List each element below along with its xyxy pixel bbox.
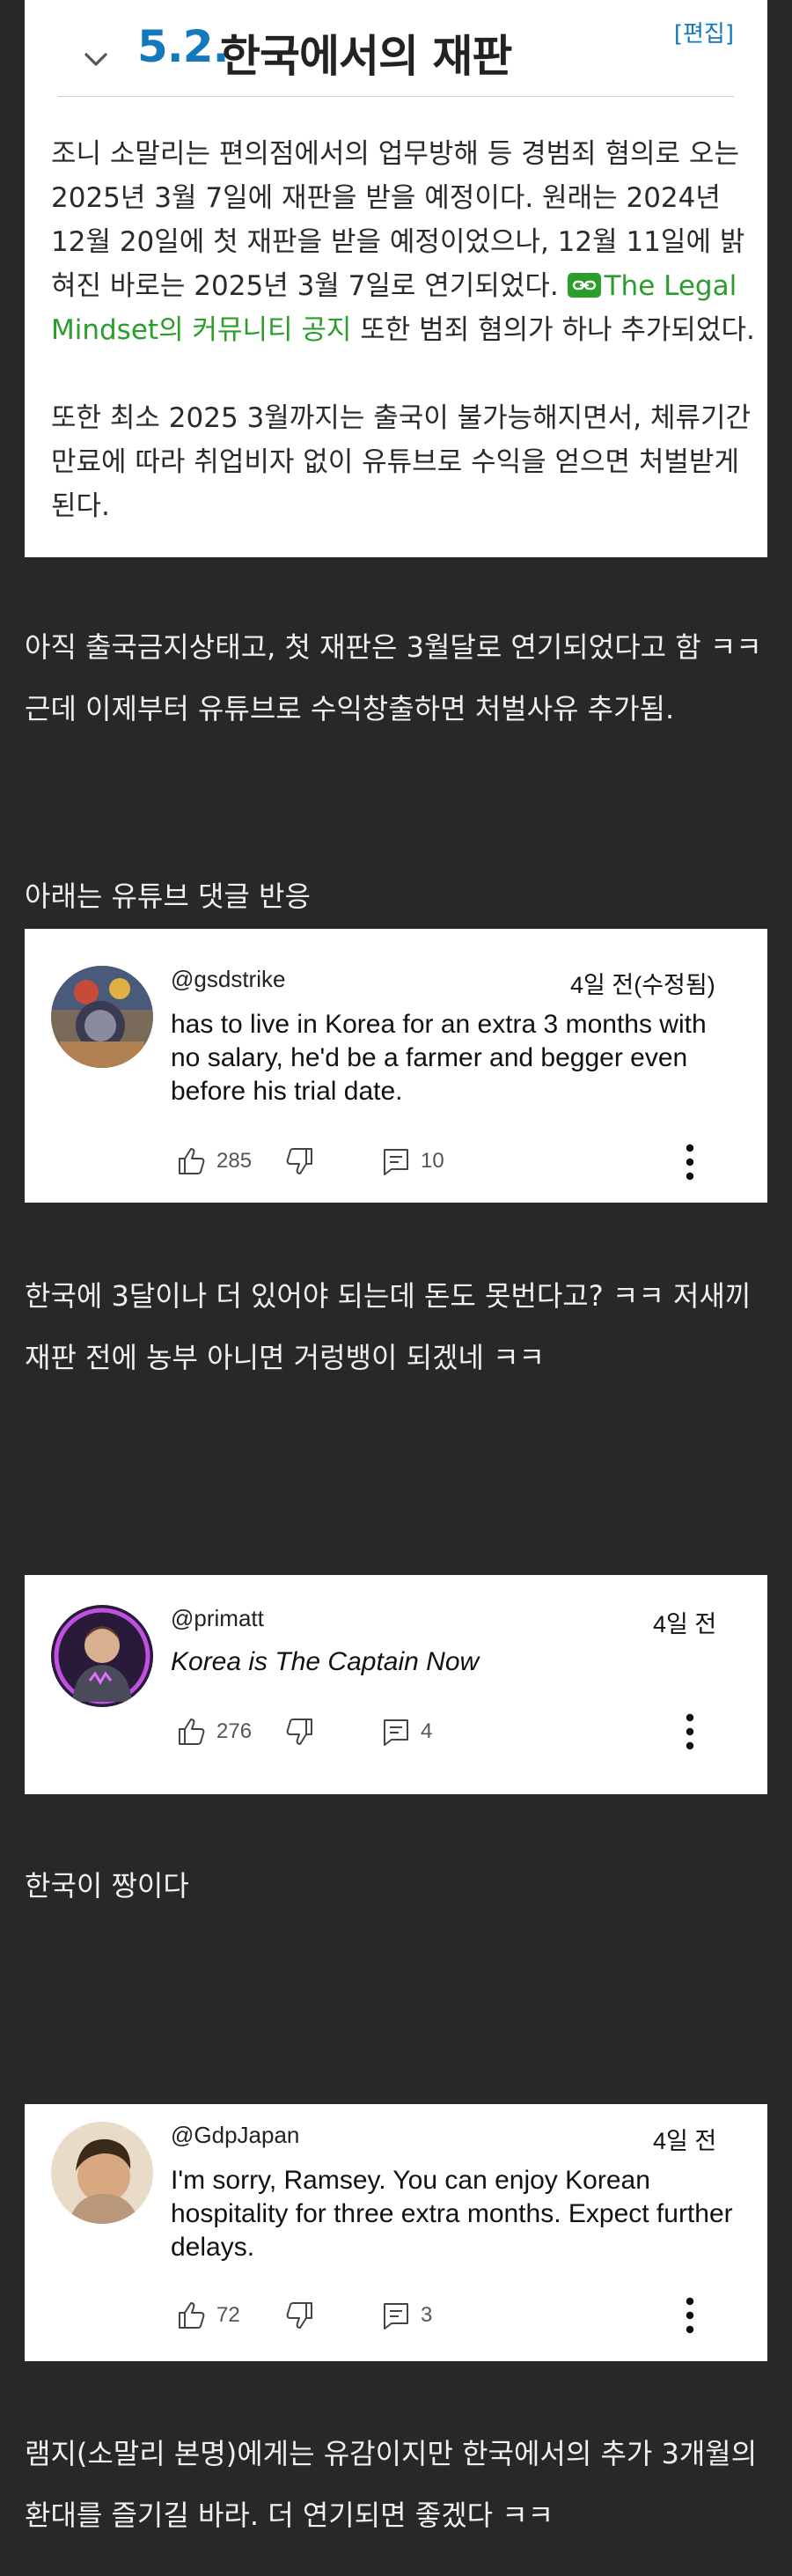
paragraph-2: 또한 최소 2025 3월까지는 출국이 불가능해지면서, 체류기간 만료에 따… xyxy=(51,402,752,522)
youtube-comment: @gsdstrike 4일 전(수정됨) has to live in Kore… xyxy=(25,929,767,1203)
like-icon xyxy=(176,1145,208,1177)
youtube-comment: @GdpJapan 4일 전 I'm sorry, Ramsey. You ca… xyxy=(25,2104,767,2361)
external-link-icon xyxy=(567,273,601,298)
reply-button[interactable]: 4 xyxy=(380,1714,432,1749)
reply-icon xyxy=(380,2300,412,2331)
dislike-button[interactable] xyxy=(283,2298,315,2333)
post-text-line: 램지(소말리 본명)에게는 유감이지만 한국에서의 추가 3개월의 xyxy=(25,2437,758,2470)
reply-icon xyxy=(380,1716,412,1748)
dislike-icon xyxy=(283,2300,315,2331)
youtube-comment: @primatt 4일 전 Korea is The Captain Now 2… xyxy=(25,1575,767,1794)
comment-author[interactable]: @gsdstrike xyxy=(171,966,285,993)
reply-count: 3 xyxy=(421,2303,433,2327)
reply-button[interactable]: 10 xyxy=(380,1144,444,1179)
post-text-line: 한국이 짱이다 xyxy=(25,1869,189,1903)
post-text-block: 램지(소말리 본명)에게는 유감이지만 한국에서의 추가 3개월의 환대를 즐기… xyxy=(25,2423,767,2546)
comment-author[interactable]: @GdpJapan xyxy=(171,2122,299,2149)
section-body: 조니 소말리는 편의점에서의 업무방해 등 경범죄 혐의로 오는 2025년 3… xyxy=(51,132,755,528)
more-vert-icon[interactable] xyxy=(685,1143,695,1181)
comment-actions: 285 10 xyxy=(176,1144,739,1179)
post-text-line: 아직 출국금지상태고, 첫 재판은 3월달로 연기되었다고 함 ㅋㅋ xyxy=(25,630,762,664)
post-text-block: 한국에 3달이나 더 있어야 되는데 돈도 못번다고? ㅋㅋ 저새끼 재판 전에… xyxy=(25,1265,767,1388)
avatar[interactable] xyxy=(51,966,153,1068)
post-text-block: 한국이 짱이다 xyxy=(25,1855,767,1917)
post-text-line: 근데 이제부터 유튜브로 수익창출하면 처벌사유 추가됨. xyxy=(25,692,675,725)
post-text-line: 한국에 3달이나 더 있어야 되는데 돈도 못번다고? ㅋㅋ 저새끼 xyxy=(25,1279,752,1313)
avatar[interactable] xyxy=(51,2122,153,2224)
comment-time: 4일 전 xyxy=(653,2128,717,2154)
like-button[interactable]: 285 xyxy=(176,1144,252,1179)
more-vert-icon[interactable] xyxy=(685,2296,695,2335)
comment-text: I'm sorry, Ramsey. You can enjoy Korean … xyxy=(171,2166,733,2262)
comment-time: 4일 전 xyxy=(653,1611,717,1638)
comment-actions: 276 4 xyxy=(176,1714,739,1749)
dislike-icon xyxy=(283,1716,315,1748)
section-header: 5.2. 한국에서의 재판 [편집] xyxy=(58,16,734,97)
like-button[interactable]: 276 xyxy=(176,1714,252,1749)
comment-author[interactable]: @primatt xyxy=(171,1605,264,1632)
avatar[interactable] xyxy=(51,1605,153,1707)
like-icon xyxy=(176,2300,208,2331)
reply-count: 4 xyxy=(421,1719,433,1743)
section-title: 한국에서의 재판 xyxy=(220,31,512,82)
comment-actions: 72 3 xyxy=(176,2298,739,2333)
like-icon xyxy=(176,1716,208,1748)
dislike-icon xyxy=(283,1145,315,1177)
post-text-line: 재판 전에 농부 아니면 거렁뱅이 되겠네 ㅋㅋ xyxy=(25,1341,545,1374)
like-count: 285 xyxy=(216,1149,253,1173)
reply-icon xyxy=(380,1145,412,1177)
post-text-block: 아직 출국금지상태고, 첫 재판은 3월달로 연기되었다고 함 ㅋㅋ 근데 이제… xyxy=(25,616,767,740)
dislike-button[interactable] xyxy=(283,1714,315,1749)
chevron-down-icon[interactable] xyxy=(83,51,109,69)
reply-button[interactable]: 3 xyxy=(380,2298,432,2333)
like-count: 72 xyxy=(216,2303,240,2327)
like-count: 276 xyxy=(216,1719,253,1743)
post-text-line: 환대를 즐기길 바라. 더 연기되면 좋겠다 ㅋㅋ xyxy=(25,2499,554,2532)
section-number: 5.2. xyxy=(137,21,230,72)
reply-count: 10 xyxy=(421,1149,444,1173)
wiki-section-card: 5.2. 한국에서의 재판 [편집] 조니 소말리는 편의점에서의 업무방해 등… xyxy=(25,0,767,557)
post-text-block: 아래는 유튜브 댓글 반응 xyxy=(25,865,767,927)
more-vert-icon[interactable] xyxy=(685,1712,695,1751)
dislike-button[interactable] xyxy=(283,1144,315,1179)
comment-time: 4일 전(수정됨) xyxy=(570,972,715,998)
comment-text: Korea is The Captain Now xyxy=(171,1647,480,1676)
paragraph-1: 조니 소말리는 편의점에서의 업무방해 등 경범죄 혐의로 오는 2025년 3… xyxy=(51,132,755,352)
edit-link[interactable]: [편집] xyxy=(674,16,734,48)
like-button[interactable]: 72 xyxy=(176,2298,240,2333)
paragraph-1-tail: 또한 범죄 혐의가 하나 추가되었다. xyxy=(351,314,755,346)
post-text-line: 아래는 유튜브 댓글 반응 xyxy=(25,880,311,913)
comment-text: has to live in Korea for an extra 3 mont… xyxy=(171,1010,707,1106)
